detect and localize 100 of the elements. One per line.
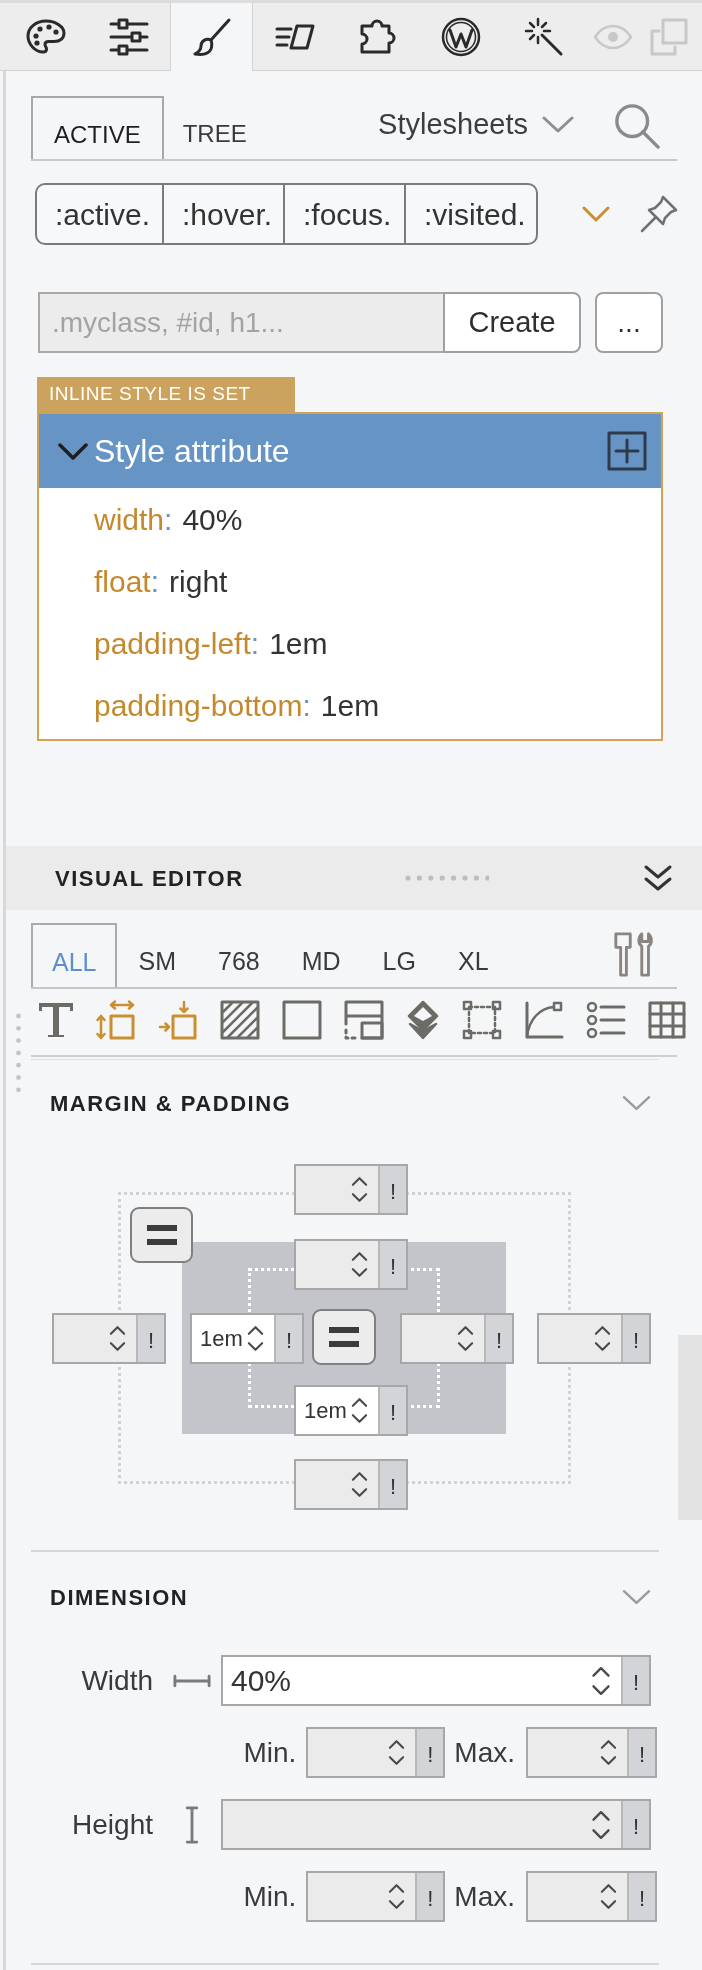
drag-dots-icon[interactable]	[405, 875, 489, 881]
up-down-arrows-icon[interactable]	[594, 1325, 611, 1352]
drag-handle-icon[interactable]	[16, 1013, 21, 1093]
margin-right-field[interactable]: !	[537, 1313, 651, 1364]
up-down-arrows-icon[interactable]	[591, 1665, 611, 1696]
create-button[interactable]: Create	[443, 292, 581, 353]
up-down-arrows-icon[interactable]	[600, 1739, 617, 1766]
stylesheets-dropdown[interactable]: Stylesheets	[378, 96, 574, 159]
padding-top-field[interactable]: !	[294, 1239, 408, 1290]
up-down-arrows-icon[interactable]	[109, 1325, 126, 1352]
up-down-arrows-icon[interactable]	[247, 1325, 264, 1352]
up-down-arrows-icon[interactable]	[351, 1471, 368, 1498]
important-toggle[interactable]: !	[136, 1315, 164, 1362]
dimension-label: Width	[81, 1663, 153, 1698]
dimension-label: Height	[72, 1807, 153, 1842]
up-down-arrows-icon[interactable]	[388, 1739, 406, 1766]
width-arrow-icon	[173, 1673, 211, 1688]
important-toggle[interactable]: !	[627, 1873, 655, 1920]
padding-bottom-field[interactable]: 1em !	[294, 1385, 408, 1436]
up-down-arrows-icon[interactable]	[600, 1883, 617, 1910]
dotted-square-icon[interactable]	[462, 1000, 502, 1040]
chevron-down-icon[interactable]	[58, 442, 88, 460]
curve-icon[interactable]	[524, 1000, 564, 1040]
pseudo-class-toggle[interactable]: :active.	[35, 183, 162, 245]
important-toggle[interactable]: !	[415, 1729, 444, 1776]
square-icon[interactable]	[282, 1000, 322, 1040]
pseudo-class-toggle[interactable]: :hover.	[162, 183, 283, 245]
important-toggle[interactable]: !	[415, 1873, 444, 1920]
link-paddings-button[interactable]	[312, 1309, 376, 1365]
text-format-icon[interactable]	[38, 1002, 74, 1038]
box-resize-arrows-icon[interactable]	[96, 1000, 136, 1040]
double-chevron-down-icon[interactable]	[643, 864, 673, 892]
breakpoint-tab[interactable]: XL	[436, 923, 510, 987]
important-toggle[interactable]: !	[378, 1461, 406, 1508]
max-label: Max.	[454, 1879, 515, 1914]
layout-icon[interactable]	[344, 1000, 384, 1040]
margin-left-field[interactable]: !	[52, 1313, 166, 1364]
max-label: Max.	[454, 1735, 515, 1770]
chevron-down-icon[interactable]	[622, 1589, 651, 1605]
important-toggle[interactable]: !	[378, 1166, 406, 1213]
margin-top-field[interactable]: !	[294, 1164, 408, 1215]
plus-square-icon[interactable]	[607, 431, 647, 471]
breakpoint-tab[interactable]: MD	[280, 923, 362, 987]
equals-icon	[146, 1225, 177, 1245]
property-name: float:	[94, 563, 160, 600]
margin-bottom-field[interactable]: !	[294, 1459, 408, 1510]
more-button[interactable]: ...	[595, 292, 663, 353]
important-toggle[interactable]: !	[378, 1241, 406, 1288]
grid-icon[interactable]	[648, 1001, 686, 1039]
max-field[interactable]: !	[526, 1871, 657, 1922]
property-name: padding-bottom:	[94, 687, 311, 724]
height-bar-icon	[185, 1805, 199, 1844]
padding-right-field[interactable]: !	[400, 1313, 514, 1364]
layers-diamond-icon[interactable]	[406, 1000, 440, 1040]
link-margins-button[interactable]	[130, 1207, 193, 1263]
visual-editor-title: VISUAL EDITOR	[55, 864, 244, 893]
breakpoint-tab[interactable]: 768	[197, 923, 281, 987]
up-down-arrows-icon[interactable]	[591, 1809, 611, 1840]
min-field[interactable]: !	[306, 1727, 446, 1778]
important-toggle[interactable]: !	[627, 1729, 655, 1776]
chevron-down-icon[interactable]	[622, 1095, 651, 1111]
arrows-into-box-icon[interactable]	[158, 1000, 198, 1040]
important-toggle[interactable]: !	[621, 1801, 649, 1848]
up-down-arrows-icon[interactable]	[351, 1251, 368, 1278]
min-field[interactable]: !	[306, 1871, 446, 1922]
up-down-arrows-icon[interactable]	[388, 1883, 406, 1910]
important-toggle[interactable]: !	[378, 1387, 406, 1434]
breakpoint-tab[interactable]: LG	[361, 923, 437, 987]
breakpoint-tab[interactable]: SM	[117, 923, 197, 987]
equals-icon	[329, 1327, 359, 1347]
search-icon[interactable]	[614, 102, 660, 149]
property-value: right	[169, 563, 228, 600]
style-block-title: Style attribute	[94, 432, 290, 471]
important-toggle[interactable]: !	[621, 1657, 649, 1704]
pseudo-class-toggle[interactable]: :focus.	[283, 183, 404, 245]
max-field[interactable]: !	[526, 1727, 657, 1778]
chevron-down-icon[interactable]	[582, 206, 610, 222]
up-down-arrows-icon[interactable]	[457, 1325, 474, 1352]
property-value: 1em	[269, 625, 328, 662]
dimension-field[interactable]: 40% !	[221, 1655, 651, 1706]
property-value: 1em	[320, 687, 380, 724]
hatched-square-icon[interactable]	[220, 1000, 260, 1040]
important-toggle[interactable]: !	[621, 1315, 649, 1362]
min-label: Min.	[243, 1735, 297, 1770]
important-toggle[interactable]: !	[274, 1315, 302, 1362]
list-icon[interactable]	[586, 1001, 626, 1039]
section-title: DIMENSION	[50, 1583, 189, 1612]
pin-icon[interactable]	[640, 195, 678, 233]
min-label: Min.	[243, 1879, 297, 1914]
toolbar-tab[interactable]	[170, 3, 253, 71]
pseudo-class-toggle[interactable]: :visited.	[404, 183, 538, 245]
padding-left-field[interactable]: 1em !	[190, 1313, 304, 1364]
up-down-arrows-icon[interactable]	[351, 1397, 368, 1424]
important-toggle[interactable]: !	[484, 1315, 512, 1362]
selector-input[interactable]: .myclass, #id, h1...	[38, 292, 443, 353]
panel-tab[interactable]: ACTIVE	[31, 96, 164, 159]
dimension-field[interactable]: !	[221, 1799, 651, 1850]
panel-tab[interactable]: TREE	[163, 96, 266, 159]
inline-style-badge: INLINE STYLE IS SET	[37, 377, 295, 412]
up-down-arrows-icon[interactable]	[351, 1176, 368, 1203]
